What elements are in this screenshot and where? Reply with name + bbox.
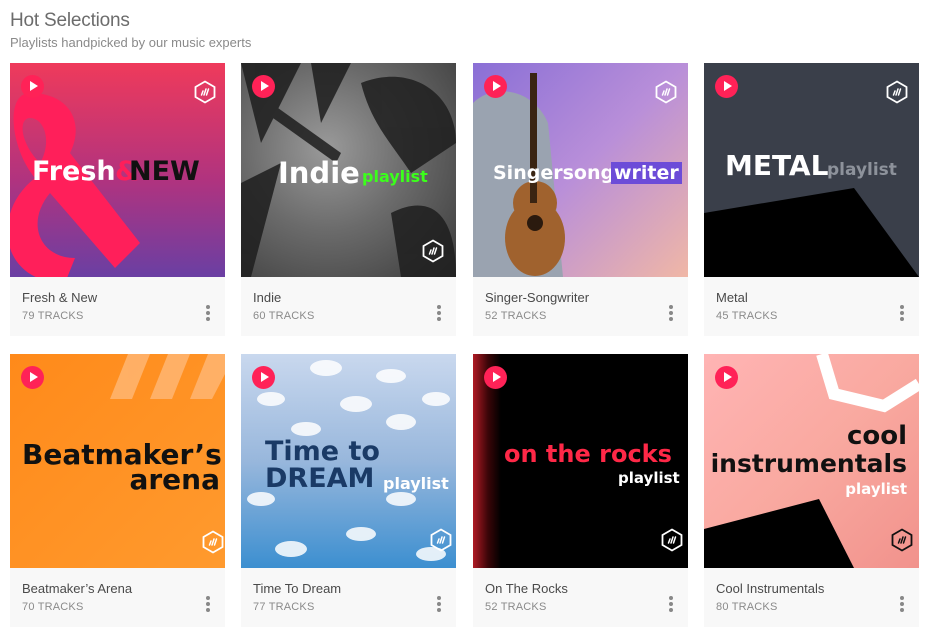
cover-text-tag: playlist: [362, 167, 428, 186]
playlist-cover[interactable]: Beatmaker’s arena: [10, 354, 225, 568]
hexagon-logo-icon: [193, 80, 217, 104]
playlist-info: Metal 45 TRACKS: [704, 277, 919, 336]
playlist-track-count: 45 TRACKS: [716, 310, 778, 322]
hexagon-logo-icon: [201, 530, 225, 554]
more-vertical-icon[interactable]: [666, 304, 676, 322]
play-icon[interactable]: [484, 75, 507, 98]
hexagon-logo-icon: [890, 528, 914, 552]
cover-text-tag: playlist: [845, 480, 907, 498]
section-title: Hot Selections: [10, 10, 130, 31]
playlist-name[interactable]: Metal: [716, 290, 748, 305]
more-vertical-icon[interactable]: [434, 304, 444, 322]
hexagon-logo-icon: [660, 528, 684, 552]
cover-text-line2: NEW: [129, 156, 200, 187]
playlist-cover[interactable]: on the rocks playlist: [473, 354, 688, 568]
more-vertical-icon[interactable]: [666, 595, 676, 613]
cover-text-line2: DREAM: [265, 463, 375, 494]
playlist-card-indie[interactable]: Indie playlist Indie 60 TRACKS: [241, 63, 456, 336]
playlist-track-count: 70 TRACKS: [22, 601, 84, 613]
playlist-card-metal[interactable]: METAL playlist Metal 45 TRACKS: [704, 63, 919, 336]
play-icon[interactable]: [715, 75, 738, 98]
playlist-card-fresh-new[interactable]: Fresh & NEW Fresh & New 79 TRACKS: [10, 63, 225, 336]
play-icon[interactable]: [252, 366, 275, 389]
hexagon-logo-icon: [429, 528, 453, 552]
playlist-info: Beatmaker’s Arena 70 TRACKS: [10, 568, 225, 627]
playlist-track-count: 52 TRACKS: [485, 601, 547, 613]
playlist-name[interactable]: Indie: [253, 290, 281, 305]
playlist-card-on-the-rocks[interactable]: on the rocks playlist On The Rocks 52 TR…: [473, 354, 688, 627]
playlist-track-count: 52 TRACKS: [485, 310, 547, 322]
play-icon[interactable]: [21, 75, 44, 98]
playlist-info: Cool Instrumentals 80 TRACKS: [704, 568, 919, 627]
more-vertical-icon[interactable]: [897, 595, 907, 613]
playlist-grid: Fresh & NEW Fresh & New 79 TRACKS Indie …: [10, 63, 920, 627]
more-vertical-icon[interactable]: [897, 304, 907, 322]
playlist-info: Singer-Songwriter 52 TRACKS: [473, 277, 688, 336]
cover-text-line1: Indie: [278, 156, 360, 190]
playlist-name[interactable]: Cool Instrumentals: [716, 581, 824, 596]
playlist-info: Time To Dream 77 TRACKS: [241, 568, 456, 627]
playlist-track-count: 80 TRACKS: [716, 601, 778, 613]
cover-text-line2: arena: [129, 463, 220, 496]
playlist-cover[interactable]: cool instrumentals playlist: [704, 354, 919, 568]
cover-text-tag: playlist: [827, 160, 897, 180]
playlist-name[interactable]: On The Rocks: [485, 581, 568, 596]
more-vertical-icon[interactable]: [203, 304, 213, 322]
section-subtitle: Playlists handpicked by our music expert…: [10, 35, 252, 50]
playlist-name[interactable]: Fresh & New: [22, 290, 97, 305]
playlist-card-time-to-dream[interactable]: Time to DREAM playlist Time To Dream 77 …: [241, 354, 456, 627]
playlist-info: On The Rocks 52 TRACKS: [473, 568, 688, 627]
hexagon-logo-icon: [654, 80, 678, 104]
cover-text-tag: playlist: [618, 469, 680, 487]
play-icon[interactable]: [21, 366, 44, 389]
play-icon[interactable]: [715, 366, 738, 389]
hexagon-logo-icon: [421, 239, 445, 263]
section-header: Hot Selections Playlists handpicked by o…: [10, 10, 251, 50]
play-icon[interactable]: [252, 75, 275, 98]
playlist-name[interactable]: Time To Dream: [253, 581, 341, 596]
playlist-card-cool-instrumentals[interactable]: cool instrumentals playlist Cool Instrum…: [704, 354, 919, 627]
playlist-card-singer-songwriter[interactable]: Singersong writer Singer-Songwriter 52 T…: [473, 63, 688, 336]
cover-text-tag: playlist: [383, 474, 449, 493]
cover-text-tag: writer: [611, 162, 682, 184]
playlist-name[interactable]: Beatmaker’s Arena: [22, 581, 132, 596]
cover-text-line1: Singersong: [493, 162, 615, 184]
playlist-track-count: 60 TRACKS: [253, 310, 315, 322]
playlist-cover[interactable]: Time to DREAM playlist: [241, 354, 456, 568]
playlist-info: Indie 60 TRACKS: [241, 277, 456, 336]
playlist-name[interactable]: Singer-Songwriter: [485, 290, 589, 305]
playlist-card-beatmakers-arena[interactable]: Beatmaker’s arena Beatmaker’s Arena 70 T…: [10, 354, 225, 627]
cover-text-line2: instrumentals: [710, 449, 907, 478]
playlist-info: Fresh & New 79 TRACKS: [10, 277, 225, 336]
cover-text-line1: METAL: [725, 149, 829, 182]
playlist-track-count: 79 TRACKS: [22, 310, 84, 322]
cover-text-line1: Fresh: [32, 156, 116, 187]
cover-text-line1: cool: [846, 421, 907, 451]
playlist-track-count: 77 TRACKS: [253, 601, 315, 613]
more-vertical-icon[interactable]: [203, 595, 213, 613]
play-icon[interactable]: [484, 366, 507, 389]
cover-text-line1: on the rocks: [504, 440, 672, 468]
hexagon-logo-icon: [885, 80, 909, 104]
more-vertical-icon[interactable]: [434, 595, 444, 613]
